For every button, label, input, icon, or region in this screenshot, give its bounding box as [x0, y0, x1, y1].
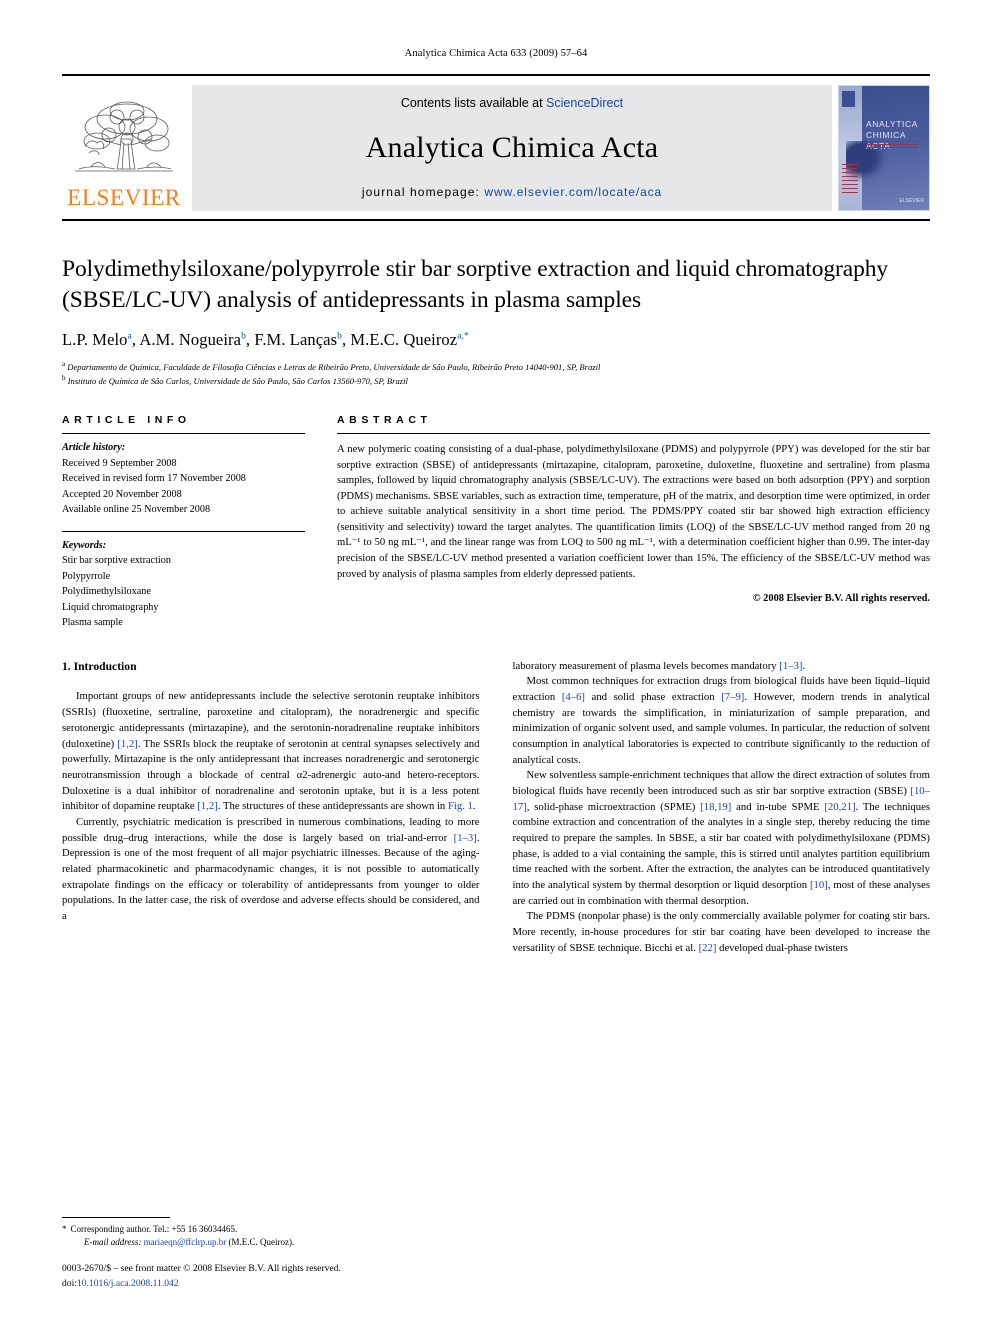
issn-front-matter: 0003-2670/$ – see front matter © 2008 El…	[62, 1263, 341, 1275]
paragraph: The PDMS (nonpolar phase) is the only co…	[512, 910, 931, 954]
contents-prefix: Contents lists available at	[400, 96, 547, 110]
abstract-column: ABSTRACT A new polymeric coating consist…	[337, 414, 930, 631]
affiliation-a: a Departamento de Química, Faculdade de …	[62, 359, 601, 372]
cover-text-lines	[842, 164, 858, 194]
elsevier-wordmark: ELSEVIER	[67, 185, 181, 210]
affiliation-b-text: Instituto de Química de São Carlos, Univ…	[67, 376, 408, 387]
article-history-label: Article history:	[62, 442, 126, 453]
article-info-column: ARTICLE INFO Article history: Received 9…	[62, 414, 305, 631]
keyword-item: Polydimethylsiloxane	[62, 586, 151, 597]
section-heading-introduction: 1. Introduction	[62, 659, 137, 673]
keyword-item: Plasma sample	[62, 617, 123, 628]
abstract-heading: ABSTRACT	[337, 414, 432, 426]
masthead-bottom-rule	[62, 219, 930, 221]
footnote-area: * Corresponding author. Tel.: +55 16 3603…	[62, 1216, 489, 1249]
footnote-star: *	[62, 1223, 67, 1234]
paragraph: Important groups of new antidepressants …	[62, 690, 480, 813]
paragraph: Currently, psychiatric medication is pre…	[62, 815, 480, 922]
keywords-label: Keywords:	[62, 539, 107, 551]
paragraph: New solventless sample-enrichment techni…	[512, 769, 931, 907]
cover-rule	[866, 140, 919, 148]
page-title: Polydimethylsiloxane/polypyrrole stir ba…	[62, 256, 889, 314]
article-body: 1. Introduction Important groups of new …	[62, 659, 930, 957]
author-list: L.P. Meloa, A.M. Nogueirab, F.M. Lançasb…	[62, 329, 469, 349]
doi-label: doi:	[62, 1277, 77, 1289]
journal-band: Contents lists available at ScienceDirec…	[192, 85, 832, 211]
imprint-block: 0003-2670/$ – see front matter © 2008 El…	[62, 1262, 341, 1291]
body-column-left: 1. Introduction Important groups of new …	[62, 659, 480, 957]
affiliation-a-text: Departamento de Química, Faculdade de Fi…	[67, 361, 601, 372]
keyword-item: Polypyrrole	[62, 570, 111, 582]
keywords-block: Keywords: Stir bar sorptive extraction P…	[62, 532, 305, 631]
footnote-rule	[62, 1216, 170, 1218]
journal-homepage-line: journal homepage: www.elsevier.com/locat…	[362, 185, 662, 199]
doi-link[interactable]: 10.1016/j.aca.2008.11.042	[77, 1278, 179, 1289]
abstract-copyright: © 2008 Elsevier B.V. All rights reserved…	[752, 593, 930, 605]
title-block: Polydimethylsiloxane/polypyrrole stir ba…	[62, 254, 930, 388]
sciencedirect-link[interactable]: ScienceDirect	[546, 96, 623, 110]
cover-logo-square	[842, 91, 855, 107]
corresponding-author-note: * Corresponding author. Tel.: +55 16 3603…	[62, 1223, 489, 1236]
affiliation-b: b Instituto de Química de São Carlos, Un…	[62, 374, 408, 387]
journal-article-page: Analytica Chimica Acta 633 (2009) 57–64	[0, 0, 992, 1323]
keyword-item: Liquid chromatography	[62, 601, 159, 613]
abstract-text: A new polymeric coating consisting of a …	[337, 444, 930, 580]
history-item: Received 9 September 2008	[62, 457, 177, 469]
email-link[interactable]: mariaeqn@ffclrp.up.br	[144, 1237, 227, 1247]
homepage-prefix: journal homepage:	[361, 185, 485, 199]
contents-available-line: Contents lists available at ScienceDirec…	[401, 96, 623, 110]
email-label: E-mail address:	[84, 1236, 142, 1247]
email-note: E-mail address: mariaeqn@ffclrp.up.br (M…	[62, 1236, 489, 1249]
elsevier-tree-icon	[75, 101, 173, 172]
email-owner: (M.E.C. Queiroz).	[228, 1236, 295, 1247]
body-column-right: laboratory measurement of plasma levels …	[513, 659, 931, 957]
article-info-heading: ARTICLE INFO	[62, 414, 191, 426]
doi-line: doi:10.1016/j.aca.2008.11.042	[62, 1277, 341, 1291]
journal-cover-thumbnail: ANALYTICA CHIMICA ACTA ELSEVIER	[838, 85, 930, 211]
info-abstract-row: ARTICLE INFO Article history: Received 9…	[62, 414, 930, 631]
journal-title: Analytica Chimica Acta	[365, 130, 659, 164]
affiliations: a Departamento de Química, Faculdade de …	[62, 359, 930, 389]
running-head: Analytica Chimica Acta 633 (2009) 57–64	[404, 48, 588, 59]
history-item: Received in revised form 17 November 200…	[62, 473, 246, 484]
history-item: Available online 25 November 2008	[62, 504, 211, 515]
journal-masthead: ELSEVIER Contents lists available at Sci…	[62, 74, 930, 211]
article-history-block: Article history: Received 9 September 20…	[62, 434, 305, 518]
keyword-item: Stir bar sorptive extraction	[62, 555, 171, 566]
cover-publisher: ELSEVIER	[899, 198, 924, 204]
history-item: Accepted 20 November 2008	[62, 488, 182, 500]
corresponding-author-text: Corresponding author. Tel.: +55 16 36034…	[70, 1223, 238, 1234]
journal-homepage-link[interactable]: www.elsevier.com/locate/aca	[484, 185, 662, 199]
paragraph: laboratory measurement of plasma levels …	[512, 659, 806, 672]
elsevier-logo: ELSEVIER	[62, 85, 186, 211]
paragraph: Most common techniques for extraction dr…	[512, 675, 931, 766]
